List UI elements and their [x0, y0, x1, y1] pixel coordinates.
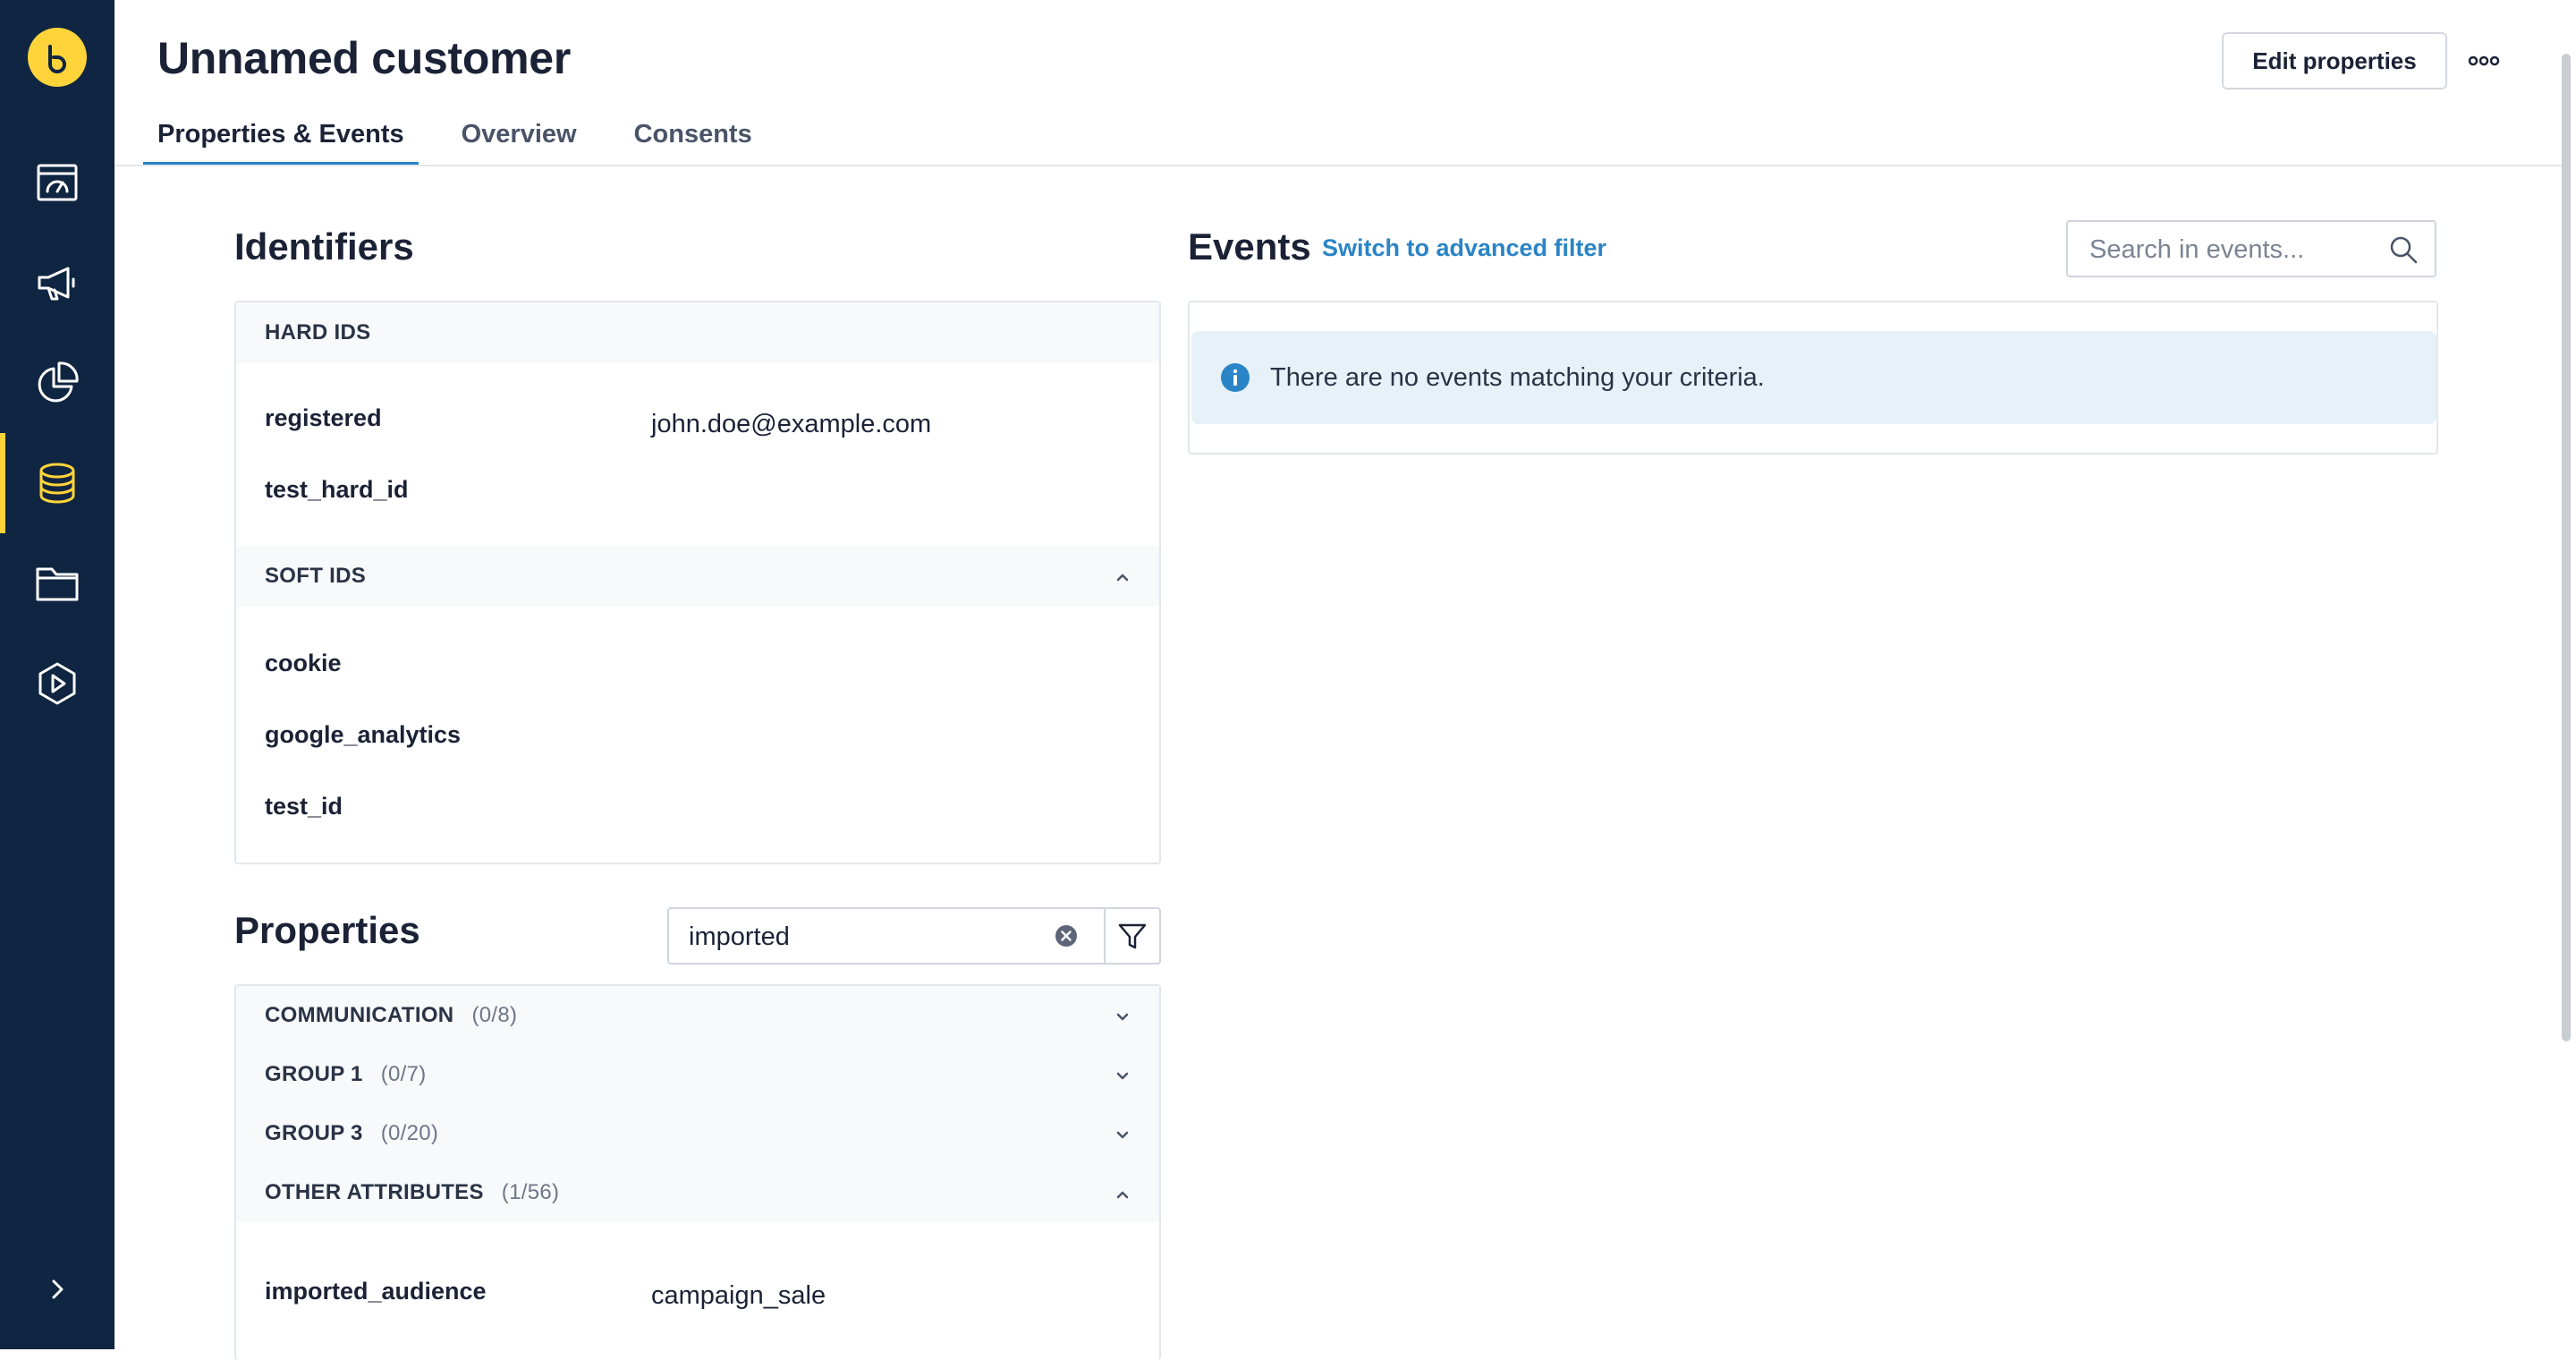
pie-chart-icon [38, 361, 79, 403]
play-hexagon-icon [38, 662, 76, 705]
properties-title: Properties [234, 909, 420, 951]
property-group-group-3[interactable]: GROUP 3 (0/20) [236, 1104, 1159, 1163]
property-group-communication[interactable]: COMMUNICATION (0/8) [236, 986, 1159, 1045]
chevron-down-icon[interactable] [1113, 1067, 1132, 1086]
events-search-input[interactable] [2088, 222, 2377, 277]
clear-search-icon[interactable] [1054, 923, 1079, 948]
group-count: (1/56) [501, 1180, 560, 1204]
megaphone-icon [38, 267, 75, 301]
identifier-label-google-analytics: google_analytics [265, 721, 462, 748]
sidebar-item-campaigns[interactable] [0, 233, 114, 333]
property-group-group-1[interactable]: GROUP 1 (0/7) [236, 1045, 1159, 1104]
more-options-button[interactable] [2462, 43, 2506, 79]
no-events-alert: There are no events matching your criter… [1191, 331, 2436, 424]
identifier-label-registered: registered [265, 404, 382, 431]
events-title: Events [1188, 225, 1311, 268]
page-scrollbar[interactable] [2562, 54, 2571, 1041]
properties-filter-button[interactable] [1104, 907, 1161, 965]
property-label-imported-audience: imported_audience [265, 1278, 487, 1305]
properties-panel: COMMUNICATION (0/8) GROUP 1 (0/7) GROUP … [234, 984, 1161, 1360]
sidebar-item-dashboard[interactable] [0, 132, 114, 233]
chevron-up-icon[interactable] [1113, 1185, 1132, 1204]
search-icon[interactable] [2388, 234, 2419, 265]
sidebar-item-assets[interactable] [0, 533, 114, 633]
chevron-down-icon[interactable] [1113, 1007, 1132, 1027]
identifier-value-registered: john.doe@example.com [651, 410, 932, 438]
property-group-other-attributes[interactable]: OTHER ATTRIBUTES (1/56) [236, 1163, 1159, 1222]
identifiers-panel: HARD IDS registered john.doe@example.com… [234, 301, 1161, 864]
identifier-label-test-hard-id: test_hard_id [265, 476, 409, 503]
brand-logo-icon[interactable] [28, 28, 87, 87]
properties-search [667, 907, 1106, 965]
database-icon [39, 463, 75, 504]
tab-consents[interactable]: Consents [620, 107, 767, 166]
edit-properties-button[interactable]: Edit properties [2222, 32, 2447, 89]
sidebar [0, 0, 114, 1349]
no-events-message: There are no events matching your criter… [1270, 362, 1765, 392]
sidebar-item-analytics[interactable] [0, 333, 114, 433]
info-icon [1221, 363, 1250, 392]
switch-advanced-filter-link[interactable]: Switch to advanced filter [1322, 234, 1606, 262]
identifier-label-test-id: test_id [265, 793, 343, 820]
group-count: (0/7) [380, 1062, 427, 1086]
chevron-up-icon[interactable] [1113, 567, 1132, 587]
page-title: Unnamed customer [157, 33, 571, 83]
group-name: COMMUNICATION [265, 1003, 454, 1027]
tab-overview[interactable]: Overview [447, 107, 591, 166]
chevron-down-icon[interactable] [1113, 1126, 1132, 1145]
identifiers-title: Identifiers [234, 225, 414, 268]
group-name: GROUP 3 [265, 1121, 363, 1145]
expand-sidebar-button[interactable] [0, 1240, 114, 1339]
soft-ids-heading: SOFT IDS [265, 564, 367, 588]
group-count: (0/8) [471, 1003, 518, 1027]
events-search [2066, 220, 2436, 277]
dashboard-icon [37, 164, 78, 201]
folder-icon [36, 567, 79, 601]
group-count: (0/20) [380, 1121, 439, 1145]
tab-properties-events[interactable]: Properties & Events [143, 107, 419, 166]
hard-ids-header: HARD IDS [236, 302, 1159, 363]
sidebar-item-data[interactable] [0, 433, 114, 533]
group-name: GROUP 1 [265, 1062, 363, 1086]
soft-ids-header[interactable]: SOFT IDS [236, 546, 1159, 607]
hard-ids-heading: HARD IDS [265, 320, 371, 344]
events-panel: There are no events matching your criter… [1188, 301, 2438, 455]
filter-icon [1118, 923, 1147, 949]
group-name: OTHER ATTRIBUTES [265, 1180, 484, 1204]
property-value-imported-audience: campaign_sale [651, 1281, 826, 1310]
chevron-right-icon [52, 1279, 64, 1299]
sidebar-item-scenarios[interactable] [0, 633, 114, 734]
header-divider [114, 165, 2562, 166]
properties-search-input[interactable] [687, 909, 1048, 965]
tab-bar: Properties & Events Overview Consents [143, 107, 795, 166]
identifier-label-cookie: cookie [265, 650, 342, 676]
more-horizontal-icon [2468, 55, 2500, 66]
